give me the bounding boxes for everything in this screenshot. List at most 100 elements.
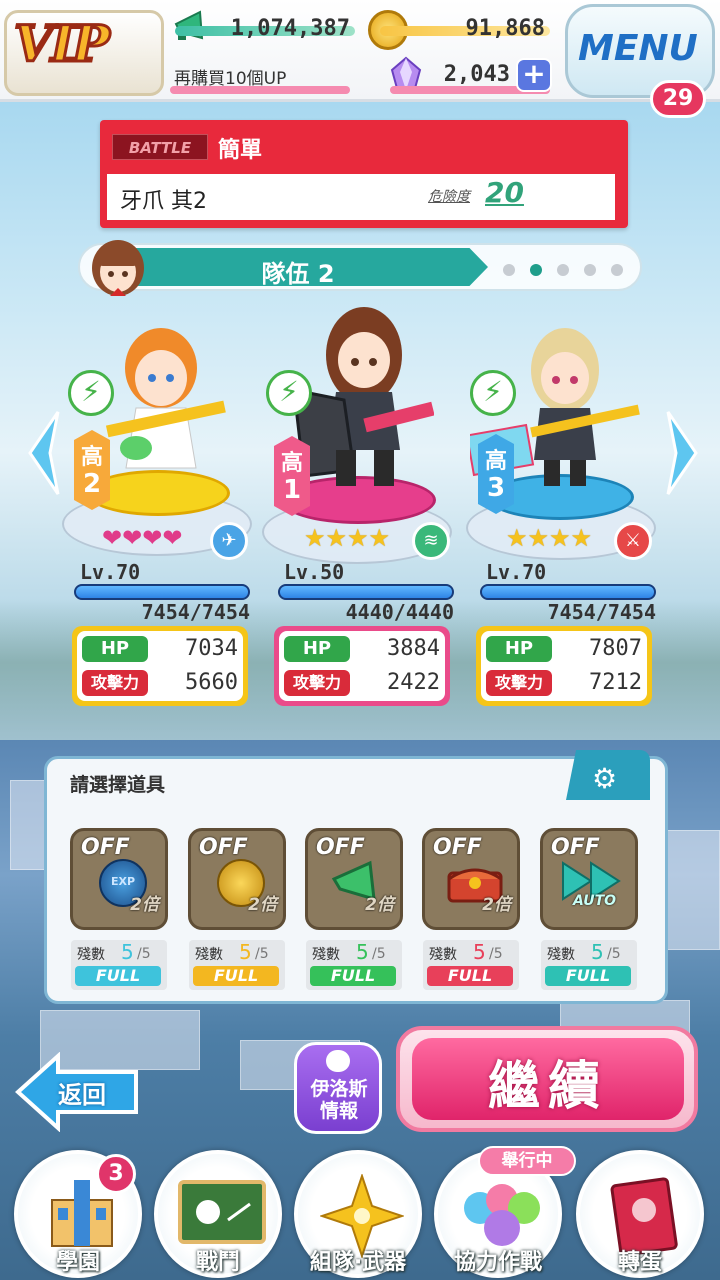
event-ongoing-tag: 舉行中: [478, 1146, 576, 1176]
character-3-hp-current: 7454/7454: [547, 600, 656, 624]
team-page-dot[interactable]: [611, 264, 623, 276]
item-4-remaining: 殘數 5 /5 FULL: [423, 940, 519, 990]
coin-value: 91,868: [465, 16, 545, 41]
team-page-dot[interactable]: [557, 264, 569, 276]
character-2-rank-number: 1: [282, 475, 302, 505]
character-3-level: Lv.70: [486, 560, 547, 584]
character-3-rank-number: 3: [486, 473, 506, 503]
item-1-remaining: 殘數 5 /5 FULL: [71, 940, 167, 990]
prev-team-arrow[interactable]: [22, 408, 62, 498]
item-multiplier: 2倍: [130, 895, 159, 915]
remaining-count: 5: [591, 940, 604, 964]
character-2-hp: 3884: [387, 636, 440, 661]
menu-badge: 29: [650, 80, 706, 118]
cheer-value: 1,074,387: [230, 16, 350, 41]
character-2-stats[interactable]: HP 3884 攻擊力 2422: [274, 626, 450, 706]
item-multiplier: 2倍: [482, 895, 511, 915]
next-team-arrow[interactable]: [664, 408, 704, 498]
full-badge: FULL: [310, 966, 396, 986]
nav-battle-label: 戰鬥: [195, 1250, 240, 1275]
attack-tag: 攻擊力: [284, 670, 350, 696]
character-1-rarity: ❤❤❤❤: [102, 524, 183, 552]
item-coin-boost[interactable]: OFF 2倍: [188, 828, 286, 930]
gun-icon: ✈: [210, 522, 248, 560]
remaining-count: 5: [121, 940, 134, 964]
item-state: OFF: [199, 835, 248, 860]
item-state: OFF: [551, 835, 600, 860]
item-3-remaining: 殘數 5 /5 FULL: [306, 940, 402, 990]
character-1-sprite[interactable]: [96, 318, 226, 488]
remaining-label: 殘數: [195, 947, 223, 963]
attack-tag: 攻擊力: [82, 670, 148, 696]
item-5-remaining: 殘數 5 /5 FULL: [541, 940, 637, 990]
remaining-max: /5: [372, 946, 386, 962]
character-1-rank-label: 高: [80, 445, 103, 470]
character-1-hp-fill: [76, 586, 248, 598]
remaining-max: /5: [607, 946, 621, 962]
eros-info-label-line1: 伊洛斯: [310, 1078, 368, 1100]
nav-gacha-label: 轉蛋: [617, 1250, 662, 1275]
character-3-hp-fill: [482, 586, 654, 598]
character-1-hp: 7034: [185, 636, 238, 661]
remaining-count: 5: [473, 940, 486, 964]
character-1-hp-current: 7454/7454: [141, 600, 250, 624]
full-badge: FULL: [545, 966, 631, 986]
character-3-lightning-icon: ⚡: [470, 370, 516, 416]
vip-label: VIP: [13, 13, 112, 75]
character-3-attack: 7212: [589, 670, 642, 695]
item-chest-boost[interactable]: OFF 2倍: [422, 828, 520, 930]
battle-tag: BATTLE: [112, 134, 208, 160]
hp-tag: HP: [486, 636, 552, 662]
character-3-hp: 7807: [589, 636, 642, 661]
remaining-label: 殘數: [547, 947, 575, 963]
eros-info-label-line2: 情報: [319, 1100, 358, 1122]
character-2-level: Lv.50: [284, 560, 345, 584]
battle-difficulty: 簡單: [218, 138, 263, 163]
item-state: OFF: [433, 835, 482, 860]
character-1-attack: 5660: [185, 670, 238, 695]
exp-icon-label: EXP: [110, 875, 136, 888]
item-2-remaining: 殘數 5 /5 FULL: [189, 940, 285, 990]
team-page-dot[interactable]: [584, 264, 596, 276]
item-state: OFF: [316, 835, 365, 860]
claw-icon: ≋: [412, 522, 450, 560]
menu-label: MENU: [578, 28, 698, 69]
character-2-hp-bar: [278, 584, 454, 600]
eros-info-label: 伊洛斯 情報: [298, 1078, 380, 1122]
character-1-stats[interactable]: HP 7034 攻擊力 5660: [72, 626, 248, 706]
hp-tag: HP: [82, 636, 148, 662]
team-page-dot[interactable]: [503, 264, 515, 276]
character-3-hp-bar: [480, 584, 656, 600]
gem-value: 2,043: [443, 62, 510, 87]
back-label: 返回: [58, 1081, 106, 1109]
remaining-max: /5: [255, 946, 269, 962]
character-1-hp-bar: [74, 584, 250, 600]
remaining-label: 殘數: [77, 947, 105, 963]
item-cheer-boost[interactable]: OFF 2倍: [305, 828, 403, 930]
add-gem-button[interactable]: +: [516, 58, 552, 92]
character-3-stats[interactable]: HP 7807 攻擊力 7212: [476, 626, 652, 706]
character-2-hp-current: 4440/4440: [345, 600, 454, 624]
nav-team-weapon-label: 組隊·武器: [309, 1250, 407, 1275]
stage-name: 牙爪 其2: [120, 189, 207, 214]
team-page-dot-active[interactable]: [530, 264, 542, 276]
danger-label: 危險度: [428, 189, 470, 205]
item-state: OFF: [81, 835, 130, 860]
character-2-rank-label: 高: [280, 451, 303, 476]
nav-coop-battle-label: 協力作戰: [453, 1250, 542, 1275]
character-1-rank-badge: 高 2: [72, 430, 112, 510]
character-1-lightning-icon: ⚡: [68, 370, 114, 416]
item-auto[interactable]: AUTO OFF: [540, 828, 638, 930]
buy-up-label: 再購買10個UP: [174, 69, 287, 89]
remaining-count: 5: [356, 940, 369, 964]
character-2-attack: 2422: [387, 670, 440, 695]
auto-label: AUTO: [573, 893, 617, 909]
item-exp-boost[interactable]: EXP OFF 2倍: [70, 828, 168, 930]
remaining-label: 殘數: [429, 947, 457, 963]
character-3-rank-label: 高: [484, 449, 507, 474]
attack-tag: 攻擊力: [486, 670, 552, 696]
character-2-rarity: ★★★★: [304, 524, 391, 552]
character-3-rarity: ★★★★: [506, 524, 593, 552]
full-badge: FULL: [75, 966, 161, 986]
item-multiplier: 2倍: [365, 895, 394, 915]
